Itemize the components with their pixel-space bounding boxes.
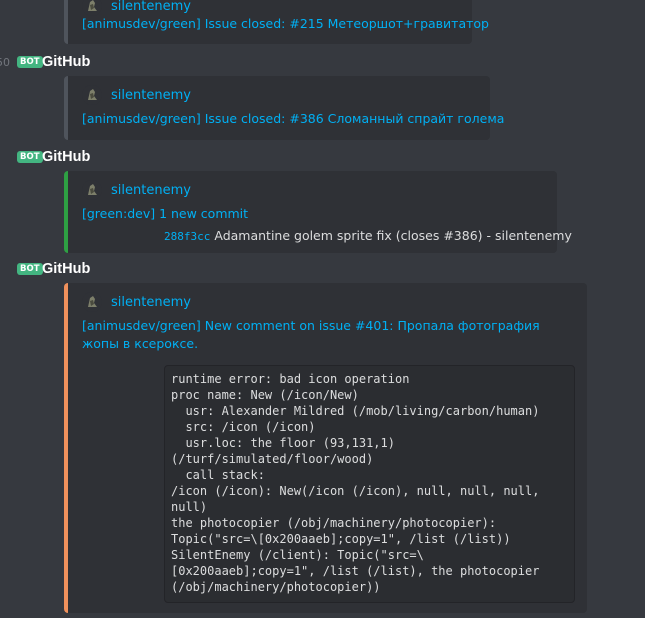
author-name[interactable]: GitHub (42, 261, 90, 277)
embed-author[interactable]: silentenemy (82, 292, 191, 312)
embed-issue-386: silentenemy [animusdev/green] Issue clos… (64, 76, 504, 140)
embed-author-name[interactable]: silentenemy (111, 183, 191, 198)
bot-tag: BOT (17, 263, 43, 275)
embed-author-name[interactable]: silentenemy (111, 295, 191, 310)
embed-author[interactable]: silentenemy (82, 180, 191, 200)
embed-title[interactable]: [animusdev/green] New comment on issue #… (82, 317, 542, 353)
embed-title[interactable]: [animusdev/green] Issue closed: #386 Сло… (82, 110, 504, 128)
bot-tag: BOT (17, 56, 43, 68)
avatar-icon[interactable] (82, 292, 102, 312)
embed-author-name[interactable]: silentenemy (111, 88, 191, 103)
commit-hash[interactable]: 288f3cc (164, 230, 210, 243)
avatar-icon[interactable] (82, 0, 102, 16)
author-name[interactable]: GitHub (42, 149, 90, 165)
commit-entry: 288f3cc Adamantine golem sprite fix (clos… (164, 228, 572, 243)
message-header: 50 BOT GitHub (0, 52, 645, 72)
author-name[interactable]: GitHub (42, 54, 90, 70)
embed-author[interactable]: silentenemy (82, 0, 191, 16)
commit-message: Adamantine golem sprite fix (closes #386… (214, 228, 572, 243)
embed-title[interactable]: [animusdev/green] Issue closed: #215 Мет… (82, 15, 489, 33)
bot-tag: BOT (17, 151, 43, 163)
embed-title[interactable]: [green:dev] 1 new commit (82, 205, 248, 223)
timestamp: 50 (0, 55, 10, 69)
embed-commit: silentenemy [green:dev] 1 new commit 288… (64, 171, 572, 253)
embed-author-name[interactable]: silentenemy (111, 0, 191, 14)
message-header: BOT GitHub (0, 147, 645, 167)
avatar-icon[interactable] (82, 180, 102, 200)
avatar-icon[interactable] (82, 85, 102, 105)
code-block: runtime error: bad icon operation proc n… (164, 365, 575, 603)
embed-author[interactable]: silentenemy (82, 85, 191, 105)
embed-issue-215: silentenemy [animusdev/green] Issue clos… (64, 0, 489, 44)
message-header: BOT GitHub (0, 259, 645, 279)
embed-comment: silentenemy [animusdev/green] New commen… (64, 283, 587, 613)
